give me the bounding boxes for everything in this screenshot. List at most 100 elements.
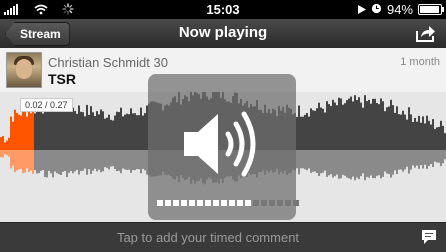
waveform-bar — [122, 116, 124, 150]
waveform-reflection — [32, 150, 34, 174]
waveform-reflection — [96, 150, 98, 172]
share-icon[interactable] — [416, 25, 436, 47]
artist-name[interactable]: Christian Schmidt 30 — [48, 55, 168, 70]
waveform-reflection — [378, 150, 380, 176]
waveform-bar — [36, 107, 38, 150]
waveform-reflection — [366, 150, 368, 177]
waveform-bar — [18, 114, 20, 150]
waveform-reflection — [136, 150, 138, 170]
track-age: 1 month — [400, 56, 440, 68]
volume-segment — [269, 200, 275, 206]
waveform-bar — [384, 111, 386, 150]
waveform-reflection — [298, 150, 300, 175]
waveform-reflection — [88, 150, 90, 170]
volume-segment — [221, 200, 227, 206]
waveform-reflection — [314, 150, 316, 172]
waveform-reflection — [338, 150, 340, 179]
waveform-bar — [82, 112, 84, 150]
waveform-bar — [310, 108, 312, 150]
volume-segment — [205, 200, 211, 206]
volume-segment — [157, 200, 163, 206]
volume-segment — [197, 200, 203, 206]
volume-segment — [293, 200, 299, 206]
waveform-reflection — [312, 150, 314, 172]
waveform-bar — [324, 112, 326, 150]
waveform-bar — [314, 110, 316, 150]
waveform-reflection — [6, 150, 8, 156]
waveform-reflection — [302, 150, 304, 169]
waveform-reflection — [350, 150, 352, 180]
waveform-bar — [388, 106, 390, 150]
waveform-reflection — [72, 150, 74, 174]
waveform-bar — [56, 107, 58, 150]
waveform-bar — [90, 106, 92, 150]
waveform-bar — [300, 116, 302, 150]
waveform-bar — [96, 111, 98, 150]
volume-overlay — [148, 74, 299, 220]
waveform-reflection — [352, 150, 354, 177]
comment-placeholder[interactable]: Tap to add your timed comment — [0, 230, 416, 245]
waveform-bar — [72, 107, 74, 150]
waveform-bar — [70, 111, 72, 150]
waveform-bar — [298, 105, 300, 150]
waveform-bar — [308, 116, 310, 150]
waveform-bar — [396, 106, 398, 150]
waveform-reflection — [86, 150, 88, 175]
waveform-reflection — [124, 150, 126, 170]
waveform-bar — [402, 110, 404, 150]
waveform-reflection — [56, 150, 58, 174]
waveform-reflection — [426, 150, 428, 169]
waveform-reflection — [420, 150, 422, 165]
waveform-bar — [138, 115, 140, 150]
waveform-bar — [330, 105, 332, 150]
waveform-reflection — [412, 150, 414, 166]
waveform-bar — [98, 114, 100, 150]
navigation-bar: Stream Now playing — [0, 19, 446, 49]
waveform-bar — [392, 105, 394, 150]
waveform-bar — [332, 99, 334, 150]
waveform-bar — [442, 125, 444, 150]
waveform-bar — [348, 98, 350, 150]
waveform-bar — [370, 103, 372, 150]
waveform-reflection — [354, 150, 356, 181]
waveform-reflection — [144, 150, 146, 171]
waveform-bar — [106, 117, 108, 150]
volume-segment — [229, 200, 235, 206]
waveform-reflection — [112, 150, 114, 167]
waveform-bar — [304, 114, 306, 150]
comment-bubble-icon[interactable] — [420, 228, 438, 250]
waveform-reflection — [400, 150, 402, 170]
waveform-reflection — [340, 150, 342, 179]
waveform-reflection — [322, 150, 324, 173]
avatar[interactable] — [6, 52, 42, 88]
waveform-bar — [438, 126, 440, 150]
waveform-reflection — [414, 150, 416, 168]
waveform-reflection — [108, 150, 110, 170]
waveform-reflection — [68, 150, 70, 173]
waveform-reflection — [306, 150, 308, 171]
waveform-reflection — [70, 150, 72, 171]
waveform-reflection — [74, 150, 76, 172]
waveform-bar — [394, 112, 396, 150]
waveform-reflection — [342, 150, 344, 175]
waveform-reflection — [40, 150, 42, 171]
waveform-bar — [26, 116, 28, 150]
waveform-bar — [416, 121, 418, 150]
waveform-bar — [62, 110, 64, 150]
waveform-reflection — [126, 150, 128, 170]
waveform-bar — [110, 119, 112, 150]
waveform-reflection — [296, 150, 298, 169]
waveform-bar — [354, 95, 356, 150]
waveform-bar — [40, 112, 42, 150]
comment-bar[interactable]: Tap to add your timed comment — [0, 222, 446, 252]
waveform-bar — [346, 100, 348, 150]
waveform-bar — [400, 114, 402, 150]
waveform-reflection — [106, 150, 108, 168]
waveform-bar — [374, 98, 376, 150]
waveform-reflection — [100, 150, 102, 173]
playback-position: 0.02 / 0.27 — [20, 98, 73, 112]
waveform-reflection — [84, 150, 86, 169]
waveform-reflection — [82, 150, 84, 171]
volume-segment — [261, 200, 267, 206]
waveform-bar — [136, 115, 138, 150]
